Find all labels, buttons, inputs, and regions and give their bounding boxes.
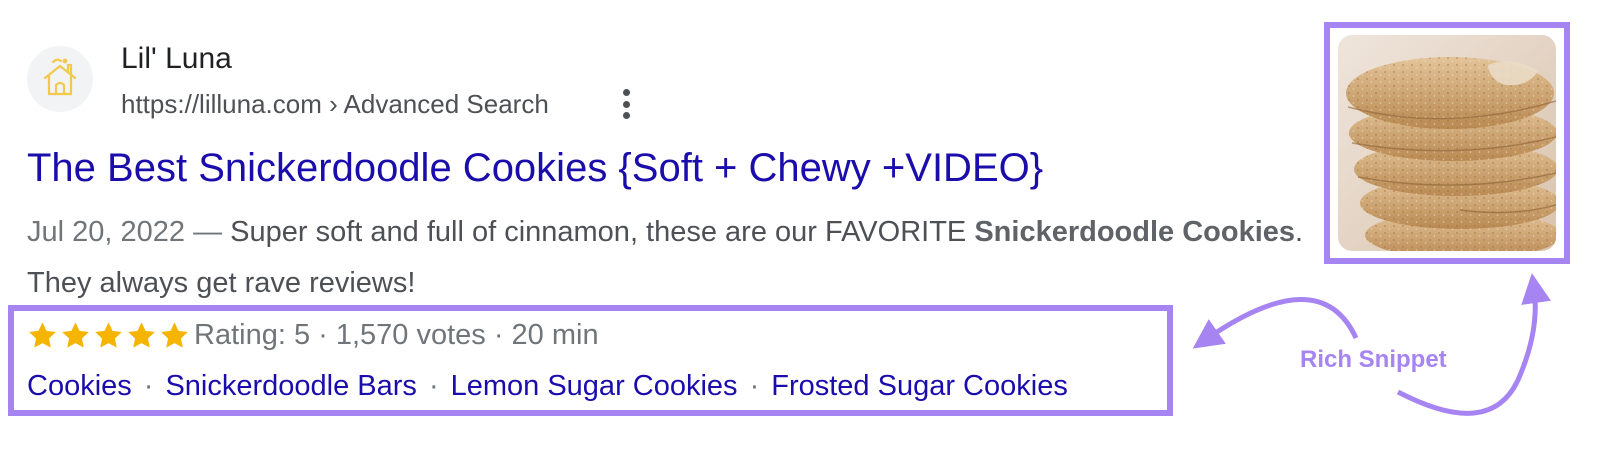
star-rating bbox=[27, 320, 190, 351]
result-title-link[interactable]: The Best Snickerdoodle Cookies {Soft + C… bbox=[27, 143, 1043, 193]
snickerdoodle-cookies-thumbnail[interactable] bbox=[1338, 35, 1556, 251]
sitelink[interactable]: Frosted Sugar Cookies bbox=[771, 370, 1068, 403]
snippet-bold-keyword: Snickerdoodle Cookies bbox=[974, 216, 1296, 248]
rich-snippet-annotation-label: Rich Snippet bbox=[1300, 346, 1447, 373]
sitelink-separator: · bbox=[749, 369, 760, 402]
site-url-breadcrumb[interactable]: https://lilluna.com › Advanced Search bbox=[121, 87, 549, 121]
sitelink[interactable]: Snickerdoodle Bars bbox=[165, 370, 416, 403]
star-icon bbox=[62, 321, 89, 348]
star-icon bbox=[161, 321, 188, 348]
rating-row: Rating: 5 · 1,570 votes · 20 min bbox=[27, 314, 599, 356]
snippet-text-start: Super soft and full of cinnamon, these a… bbox=[230, 216, 975, 248]
sitelink[interactable]: Cookies bbox=[27, 370, 132, 403]
result-date: Jul 20, 2022 bbox=[27, 216, 186, 248]
date-separator: — bbox=[185, 216, 231, 248]
lil-luna-house-logo-icon bbox=[43, 58, 77, 96]
site-name[interactable]: Lil' Luna bbox=[121, 40, 232, 78]
sitelink-separator: · bbox=[428, 369, 439, 402]
sitelinks-row: Cookies · Snickerdoodle Bars · Lemon Sugar C… bbox=[27, 365, 1068, 407]
star-icon bbox=[95, 321, 122, 348]
sitelink-separator: · bbox=[143, 369, 154, 402]
sitelink[interactable]: Lemon Sugar Cookies bbox=[451, 370, 738, 403]
rating-text: Rating: 5 · 1,570 votes · 20 min bbox=[194, 318, 599, 351]
star-icon bbox=[29, 321, 56, 348]
result-snippet: Jul 20, 2022 — Super soft and full of ci… bbox=[27, 207, 1307, 309]
thumbnail-highlight-box bbox=[1324, 22, 1570, 264]
site-favicon[interactable] bbox=[27, 46, 93, 112]
star-icon bbox=[128, 321, 155, 348]
more-vertical-icon[interactable] bbox=[612, 86, 640, 122]
